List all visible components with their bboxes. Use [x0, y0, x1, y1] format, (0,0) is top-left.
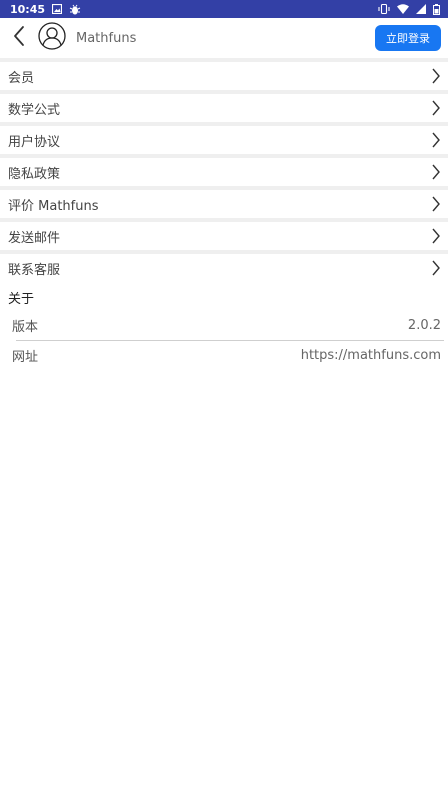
- about-row-website[interactable]: 网址 https://mathfuns.com: [12, 341, 441, 370]
- vibrate-icon: [378, 0, 390, 18]
- menu-item-send-email[interactable]: 发送邮件: [0, 222, 448, 250]
- menu-item-label: 发送邮件: [8, 230, 61, 246]
- chevron-right-icon: [431, 99, 441, 117]
- chevron-right-icon: [431, 259, 441, 277]
- status-time: 10:45: [10, 2, 46, 16]
- website-link[interactable]: https://mathfuns.com: [301, 348, 441, 363]
- avatar[interactable]: [38, 22, 66, 54]
- menu-item-math-formulas[interactable]: 数学公式: [0, 94, 448, 122]
- chevron-right-icon: [431, 163, 441, 181]
- menu-item-label: 联系客服: [8, 262, 61, 278]
- menu-item-label: 评价 Mathfuns: [8, 198, 99, 214]
- about-title: 关于: [8, 292, 35, 307]
- version-label: 版本: [12, 320, 39, 335]
- status-bar: 10:45: [0, 0, 448, 18]
- wifi-icon: [397, 0, 409, 18]
- user-avatar-icon: [38, 22, 66, 54]
- website-label: 网址: [12, 350, 39, 365]
- chevron-left-icon: [12, 25, 26, 51]
- menu-item-label: 隐私政策: [8, 166, 61, 182]
- settings-menu: 会员 数学公式 用户协议 隐私政策 评价 Mathfuns 发送邮件 联系客服: [0, 58, 448, 282]
- back-button[interactable]: [6, 18, 32, 58]
- menu-item-contact-support[interactable]: 联系客服: [0, 254, 448, 282]
- menu-item-label: 数学公式: [8, 102, 61, 118]
- menu-item-user-agreement[interactable]: 用户协议: [0, 126, 448, 154]
- menu-item-privacy-policy[interactable]: 隐私政策: [0, 158, 448, 186]
- menu-item-label: 会员: [8, 70, 35, 86]
- chevron-right-icon: [431, 67, 441, 85]
- version-value: 2.0.2: [407, 318, 441, 333]
- status-bar-left: 10:45: [10, 0, 81, 18]
- notification-image-icon: [52, 0, 63, 18]
- menu-item-rate-app[interactable]: 评价 Mathfuns: [0, 190, 448, 218]
- header: Mathfuns 立即登录: [0, 18, 448, 58]
- menu-item-membership[interactable]: 会员: [0, 62, 448, 90]
- about-section: 关于 版本 2.0.2 网址 https://mathfuns.com: [0, 289, 448, 370]
- menu-item-label: 用户协议: [8, 134, 61, 150]
- chevron-right-icon: [431, 227, 441, 245]
- chevron-right-icon: [431, 195, 441, 213]
- battery-icon: [433, 0, 440, 18]
- status-bar-right: [378, 0, 440, 18]
- about-row-version: 版本 2.0.2: [12, 311, 441, 340]
- chevron-right-icon: [431, 131, 441, 149]
- signal-icon: [416, 0, 426, 18]
- login-button[interactable]: 立即登录: [375, 25, 441, 51]
- user-name: Mathfuns: [76, 30, 137, 46]
- bug-icon: [69, 0, 81, 18]
